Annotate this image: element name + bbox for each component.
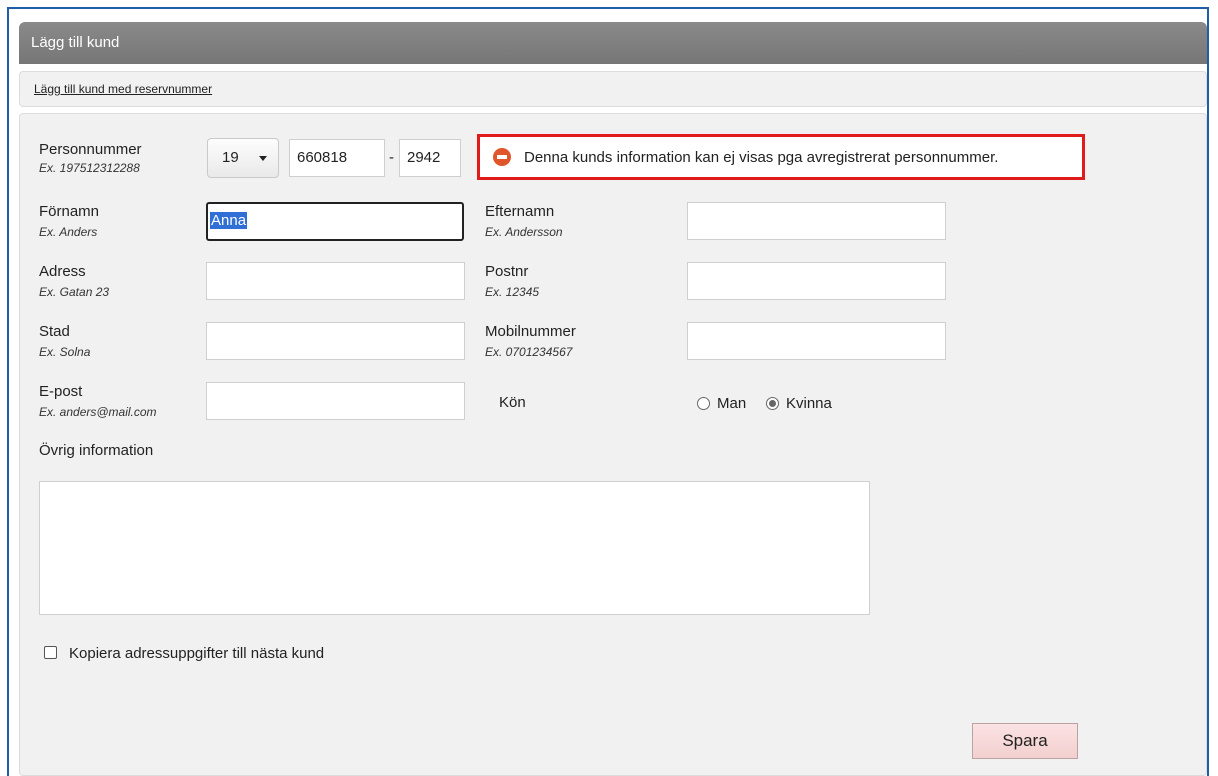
form-panel — [19, 113, 1207, 776]
century-value: 19 — [222, 149, 239, 166]
adress-input[interactable] — [206, 262, 465, 300]
fornamn-hint: Ex. Anders — [39, 225, 98, 239]
mobilnummer-hint: Ex. 0701234567 — [485, 345, 573, 359]
caret-down-icon — [259, 156, 267, 161]
save-button[interactable]: Spara — [972, 723, 1078, 759]
postnr-label: Postnr — [485, 263, 529, 280]
personnummer-date-input[interactable]: 660818 — [289, 139, 385, 177]
personnummer-last-input[interactable]: 2942 — [399, 139, 461, 177]
postnr-input[interactable] — [687, 262, 946, 300]
fornamn-value: Anna — [210, 212, 248, 229]
adress-hint: Ex. Gatan 23 — [39, 285, 110, 299]
fornamn-label: Förnamn — [39, 203, 100, 220]
radio-man-label: Man — [717, 395, 747, 412]
alert-message: Denna kunds information kan ej visas pga… — [524, 149, 999, 166]
adress-label: Adress — [39, 263, 86, 280]
stad-label: Stad — [39, 323, 70, 340]
epost-label: E-post — [39, 383, 83, 400]
personnummer-label: Personnummer — [39, 141, 142, 158]
stad-hint: Ex. Solna — [39, 345, 91, 359]
page-title: Lägg till kund — [19, 22, 1207, 64]
kon-label: Kön — [499, 394, 526, 411]
fornamn-input[interactable]: Anna — [206, 202, 464, 241]
ovrig-label: Övrig information — [39, 442, 154, 459]
no-entry-icon — [493, 148, 511, 166]
personnummer-hint: Ex. 197512312288 — [39, 161, 140, 175]
radio-kvinna[interactable] — [766, 397, 779, 410]
efternamn-hint: Ex. Andersson — [485, 225, 563, 239]
error-alert: Denna kunds information kan ej visas pga… — [477, 134, 1085, 180]
mobilnummer-input[interactable] — [687, 322, 946, 360]
ovrig-textarea[interactable] — [39, 481, 870, 615]
efternamn-label: Efternamn — [485, 203, 555, 220]
kopiera-label: Kopiera adressuppgifter till nästa kund — [69, 645, 325, 662]
stad-input[interactable] — [206, 322, 465, 360]
personnummer-dash: - — [389, 149, 394, 166]
epost-input[interactable] — [206, 382, 465, 420]
add-with-reserve-number-link[interactable]: Lägg till kund med reservnummer — [34, 82, 212, 96]
century-dropdown[interactable]: 19 — [207, 138, 279, 178]
kopiera-checkbox[interactable] — [44, 646, 57, 659]
radio-man[interactable] — [697, 397, 710, 410]
efternamn-input[interactable] — [687, 202, 946, 240]
mobilnummer-label: Mobilnummer — [485, 323, 576, 340]
subheader-bar: Lägg till kund med reservnummer — [19, 71, 1207, 107]
epost-hint: Ex. anders@mail.com — [39, 405, 157, 419]
postnr-hint: Ex. 12345 — [485, 285, 540, 299]
radio-kvinna-label: Kvinna — [786, 395, 832, 412]
